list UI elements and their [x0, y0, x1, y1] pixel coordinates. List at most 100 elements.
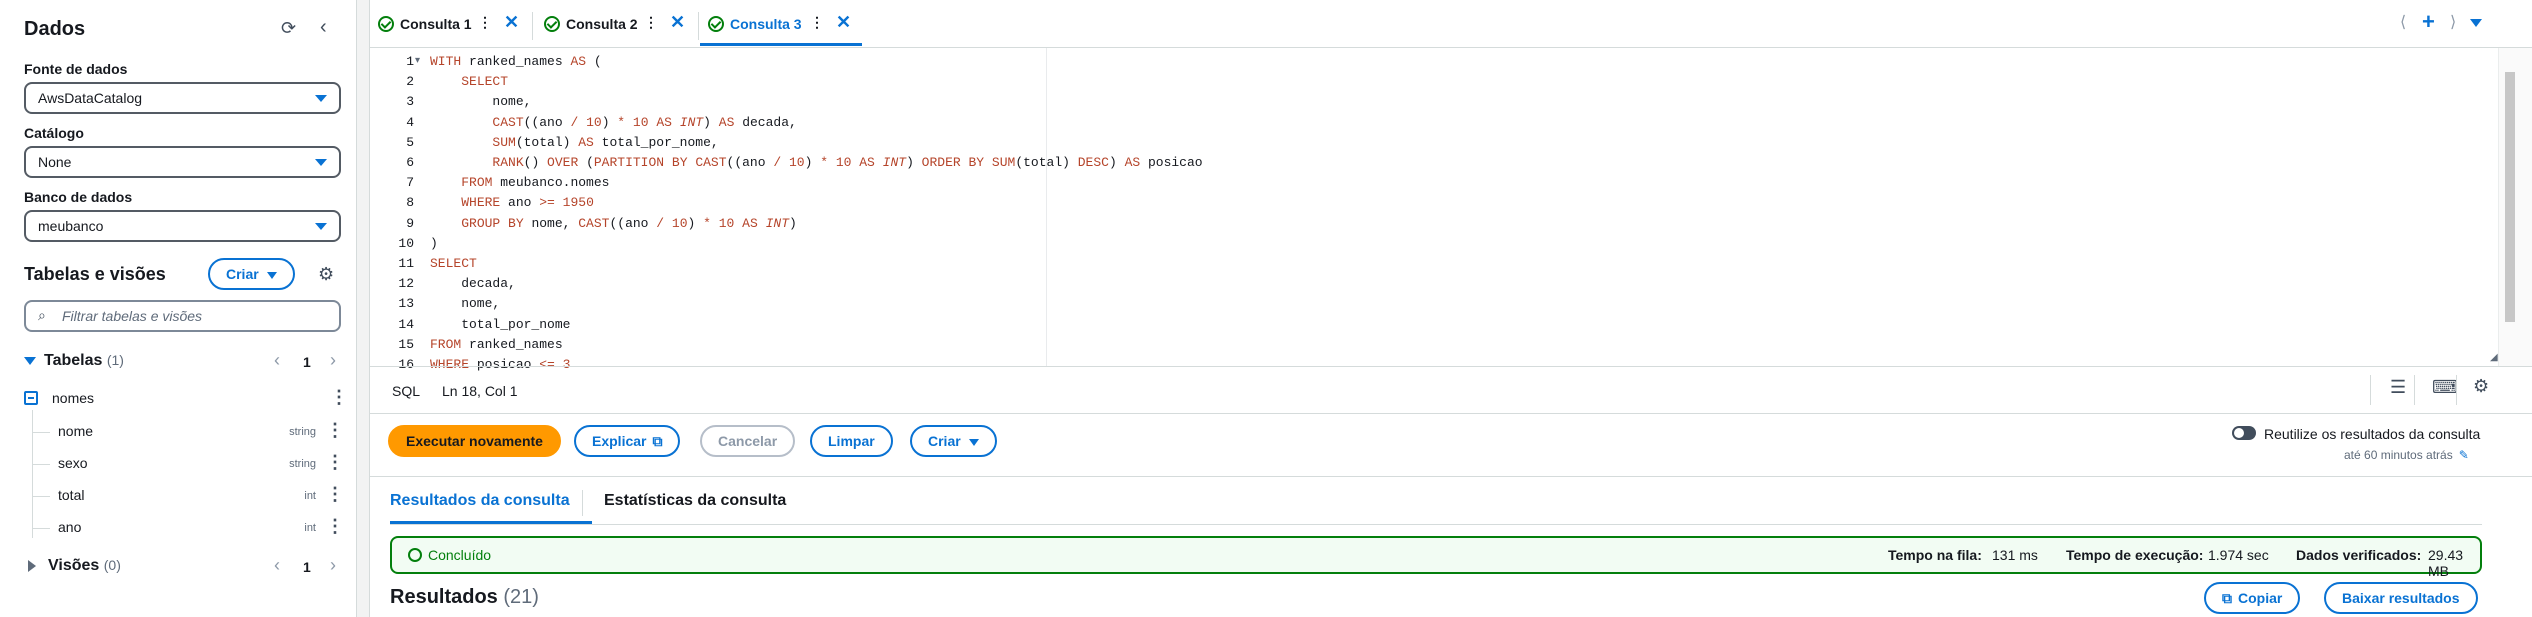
table-item-nomes[interactable]: nomes: [24, 390, 344, 410]
divider: [2370, 375, 2371, 405]
scanned-value: 29.43 MB: [2428, 547, 2464, 579]
tab-menu-icon[interactable]: ⋮: [644, 14, 658, 31]
prev-page-icon[interactable]: ‹: [274, 350, 280, 371]
column-name: total: [58, 487, 85, 503]
close-icon[interactable]: ✕: [504, 12, 519, 33]
column-actions-icon[interactable]: ⋮: [326, 453, 344, 471]
scroll-tabs-right-icon[interactable]: ⟩: [2450, 12, 2456, 32]
resize-handle-icon[interactable]: ◢: [2490, 352, 2498, 363]
explain-button[interactable]: Explicar ⧉: [574, 425, 681, 457]
create-label: Criar: [226, 266, 259, 282]
sql-code: WITH ranked_names AS ( SELECT nome, CAST…: [430, 54, 1203, 373]
table-actions-icon[interactable]: ⋮: [330, 388, 348, 406]
tab-menu-icon[interactable]: ⋮: [810, 14, 824, 31]
column-actions-icon[interactable]: ⋮: [326, 421, 344, 439]
views-toggle[interactable]: Visões (0): [28, 557, 121, 575]
tab-query-stats[interactable]: Estatísticas da consulta: [604, 492, 786, 510]
external-link-icon: ⧉: [652, 433, 663, 449]
fold-icon[interactable]: ▾: [415, 52, 420, 72]
column-actions-icon[interactable]: ⋮: [326, 485, 344, 503]
create-table-button[interactable]: Criar: [208, 258, 295, 290]
language-label: SQL: [392, 383, 421, 399]
tab-divider: [532, 12, 533, 40]
clear-button[interactable]: Limpar: [810, 425, 893, 457]
run-again-button[interactable]: Executar novamente: [388, 425, 561, 457]
catalog-select[interactable]: None: [24, 146, 341, 178]
tab-consulta-2[interactable]: Consulta 2 ⋮ ✕: [536, 8, 696, 46]
refresh-icon[interactable]: ⟳: [281, 18, 296, 39]
query-tabs: Consulta 1 ⋮ ✕ Consulta 2 ⋮ ✕ Consulta 3 ⋮ ✕ ⟨…: [370, 0, 2532, 48]
column-row: total int ⋮: [32, 485, 344, 507]
settings-icon[interactable]: ⚙: [318, 264, 334, 285]
catalog-label: Catálogo: [24, 125, 84, 141]
column-row: nome string ⋮: [32, 421, 344, 443]
close-icon[interactable]: ✕: [670, 12, 685, 33]
scroll-tabs-left-icon[interactable]: ⟨: [2400, 12, 2406, 32]
copy-button[interactable]: ⧉ Copiar: [2204, 582, 2301, 614]
table-name: nomes: [52, 390, 95, 406]
reuse-results-sub[interactable]: até 60 minutos atrás ✎: [2344, 448, 2469, 462]
line-number: 9: [406, 215, 414, 231]
prev-page-icon[interactable]: ‹: [274, 555, 280, 576]
line-number: 14: [398, 316, 414, 332]
next-page-icon[interactable]: ›: [330, 555, 336, 576]
check-circle-icon: [544, 16, 560, 32]
caret-right-icon: [28, 559, 36, 572]
tab-consulta-3[interactable]: Consulta 3 ⋮ ✕: [700, 8, 862, 46]
check-circle-icon: [408, 548, 422, 562]
create-label: Criar: [928, 433, 961, 449]
panel-title: Dados: [24, 18, 86, 40]
exec-time-value: 1.974 sec: [2208, 547, 2269, 563]
chevron-down-icon: [315, 159, 327, 166]
column-name: nome: [58, 423, 94, 439]
filter-tables-input[interactable]: ⌕ Filtrar tabelas e visões: [24, 300, 341, 332]
tab-query-results[interactable]: Resultados da consulta: [390, 492, 570, 510]
cursor-position: Ln 18, Col 1: [442, 383, 518, 399]
copy-label: Copiar: [2238, 590, 2283, 606]
divider: [2456, 375, 2457, 405]
tab-menu-icon[interactable]: ⋮: [478, 14, 492, 31]
line-number: 8: [406, 195, 414, 211]
line-numbers: 1 2 3 4 5 6 7 8 9 10 11 12 13 14 15 16: [370, 52, 414, 375]
tables-toggle[interactable]: Tabelas (1): [24, 352, 124, 370]
editor-statusbar: SQL Ln 18, Col 1 ☰ ⌨ ⚙: [370, 366, 2532, 414]
data-source-select[interactable]: AwsDataCatalog: [24, 82, 341, 114]
reuse-results-toggle[interactable]: [2232, 426, 2256, 440]
queue-time-label: Tempo na fila:: [1888, 547, 1982, 563]
cancel-button[interactable]: Cancelar: [700, 425, 796, 457]
line-number: 3: [406, 94, 414, 110]
keyboard-icon[interactable]: ⌨: [2432, 377, 2458, 398]
tab-divider: [582, 490, 583, 516]
line-number: 15: [398, 336, 414, 352]
tab-consulta-1[interactable]: Consulta 1 ⋮ ✕: [370, 8, 530, 46]
create-button[interactable]: Criar: [910, 425, 997, 457]
database-select[interactable]: meubanco: [24, 210, 341, 242]
column-actions-icon[interactable]: ⋮: [326, 517, 344, 535]
add-tab-icon[interactable]: +: [2422, 9, 2435, 35]
settings-icon[interactable]: ⚙: [2473, 376, 2489, 397]
download-results-button[interactable]: Baixar resultados: [2324, 582, 2478, 614]
views-count: (0): [103, 557, 121, 573]
format-icon[interactable]: ☰: [2390, 377, 2406, 398]
close-icon[interactable]: ✕: [836, 12, 851, 33]
tabs-menu-icon[interactable]: [2470, 19, 2482, 27]
data-source-value: AwsDataCatalog: [38, 90, 143, 106]
column-type: string: [289, 458, 316, 470]
next-page-icon[interactable]: ›: [330, 350, 336, 371]
editor-scrollbar[interactable]: [2498, 48, 2532, 366]
divider: [2414, 375, 2415, 405]
tab-label: Consulta 2: [566, 16, 638, 32]
filter-placeholder: Filtrar tabelas e visões: [62, 308, 203, 324]
line-number: 1: [406, 54, 414, 69]
sql-editor[interactable]: 1 2 3 4 5 6 7 8 9 10 11 12 13 14 15 16 ▾…: [370, 48, 2494, 372]
exec-time-label: Tempo de execução:: [2066, 547, 2204, 563]
data-panel: Dados ⟳ ‹ Fonte de dados AwsDataCatalog …: [0, 0, 357, 617]
chevron-down-icon: [315, 223, 327, 230]
scrollbar-thumb[interactable]: [2505, 72, 2515, 322]
tables-page-number: 1: [303, 354, 311, 370]
explain-label: Explicar: [592, 433, 647, 449]
reuse-results-label: Reutilize os resultados da consulta: [2264, 426, 2481, 442]
source-label: Fonte de dados: [24, 61, 128, 77]
tables-views-title: Tabelas e visões: [24, 264, 166, 284]
collapse-icon[interactable]: ‹: [320, 16, 327, 39]
